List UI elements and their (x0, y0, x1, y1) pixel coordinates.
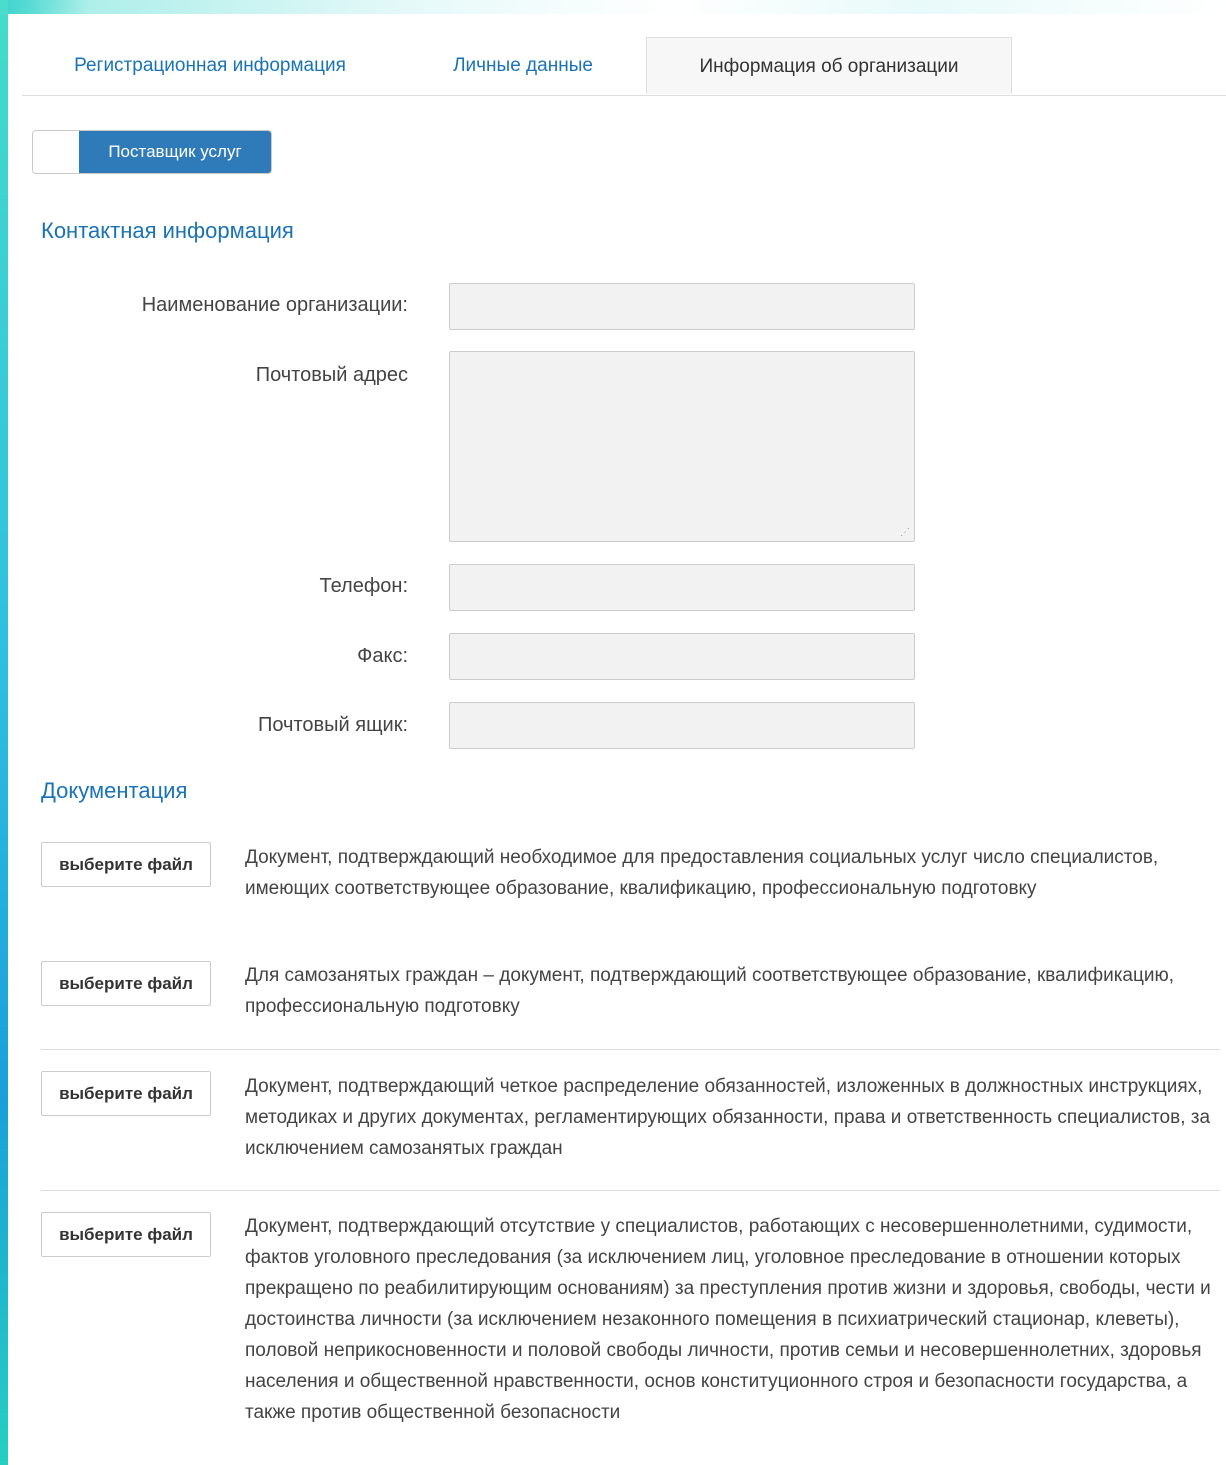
org-name-label: Наименование организации: (141, 294, 408, 316)
tab-organization-info[interactable]: Информация об организации (646, 37, 1012, 94)
toggle-on-segment[interactable]: Поставщик услуг (79, 131, 271, 173)
phone-input[interactable] (449, 564, 915, 611)
mailbox-input[interactable] (449, 702, 915, 749)
phone-label: Телефон: (319, 575, 408, 597)
choose-file-button[interactable]: выберите файл (41, 842, 211, 887)
profile-panel: Регистрационная информация Личные данные… (8, 14, 1226, 1465)
window-top-glow (0, 0, 1226, 14)
resize-grip-icon[interactable]: ⋰ (900, 528, 910, 538)
choose-file-button[interactable]: выберите файл (41, 1071, 211, 1116)
tab-registration-info[interactable]: Регистрационная информация (52, 37, 368, 94)
doc-description: Для самозанятых граждан – документ, подт… (245, 965, 1175, 1017)
service-provider-toggle[interactable]: Поставщик услуг (32, 130, 272, 174)
window-edge-decoration (0, 0, 8, 1465)
tab-personal-data[interactable]: Личные данные (432, 37, 614, 94)
tab-bar: Регистрационная информация Личные данные… (22, 37, 1226, 96)
docs-section-title: Документация (41, 778, 188, 803)
org-name-input[interactable] (449, 283, 915, 330)
postal-address-textarea[interactable]: ⋰ (449, 351, 915, 542)
doc-description: Документ, подтверждающий четкое распреде… (245, 1076, 1211, 1159)
doc-description: Документ, подтверждающий отсутствие у сп… (245, 1216, 1211, 1423)
doc-description: Документ, подтверждающий необходимое для… (245, 847, 1159, 899)
fax-input[interactable] (449, 633, 915, 680)
doc-divider (41, 1190, 1220, 1191)
choose-file-button[interactable]: выберите файл (41, 961, 211, 1006)
contact-section-title: Контактная информация (41, 218, 294, 243)
fax-label: Факс: (357, 645, 408, 667)
postal-address-label: Почтовый адрес (255, 364, 408, 386)
choose-file-button[interactable]: выберите файл (41, 1212, 211, 1257)
doc-divider (41, 1049, 1220, 1050)
toggle-off-segment[interactable] (33, 131, 79, 173)
mailbox-label: Почтовый ящик: (257, 714, 408, 736)
